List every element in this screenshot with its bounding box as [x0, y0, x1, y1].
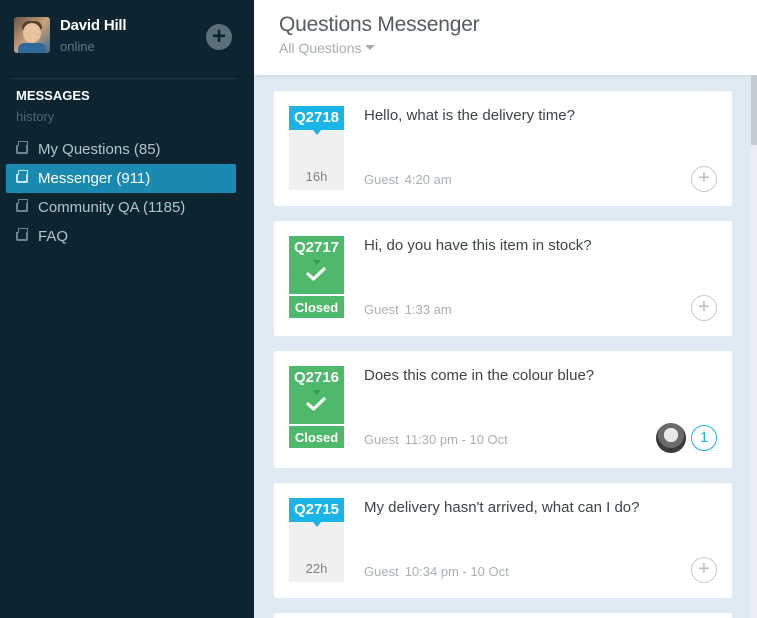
question-time: 4:20 am — [404, 172, 452, 187]
sidebar: David Hill online + MESSAGES history My … — [0, 0, 254, 618]
filter-label: All Questions — [279, 40, 362, 56]
header: Questions Messenger All Questions — [254, 0, 757, 75]
question-meta: Guest 10:34 pm - 10 Oct — [364, 564, 515, 579]
sidebar-item-label: My Questions (85) — [38, 141, 161, 158]
check-icon — [306, 267, 326, 281]
question-age-box: 16h — [289, 130, 344, 190]
main-panel: Questions Messenger All Questions Q2718 … — [254, 0, 757, 618]
section-title: MESSAGES — [16, 88, 90, 103]
question-author: Guest — [364, 302, 399, 317]
question-list: Q2718 16h Hello, what is the delivery ti… — [274, 91, 732, 618]
profile-name: David Hill — [60, 17, 127, 34]
sidebar-item-label: Messenger (911) — [38, 170, 151, 187]
question-age-box: 22h — [289, 522, 344, 582]
sidebar-item-community-qa[interactable]: Community QA (1185) — [6, 193, 236, 222]
add-icon[interactable]: + — [206, 24, 232, 50]
sidebar-item-my-questions[interactable]: My Questions (85) — [6, 135, 236, 164]
status-badge: Closed — [289, 424, 344, 448]
question-meta: Guest 4:20 am — [364, 172, 458, 187]
scroll-thumb[interactable] — [751, 75, 757, 145]
question-author: Guest — [364, 432, 399, 447]
question-id: Q2718 — [289, 106, 344, 130]
question-id: Q2717 — [289, 236, 344, 260]
scrollbar[interactable] — [751, 75, 757, 618]
question-card[interactable]: Q2715 22h My delivery hasn't arrived, wh… — [274, 483, 732, 598]
inbox-icon — [16, 199, 28, 212]
question-id: Q2715 — [289, 498, 344, 522]
question-text: Hi, do you have this item in stock? — [364, 237, 592, 254]
inbox-icon — [16, 170, 28, 183]
sidebar-item-label: FAQ — [38, 228, 69, 245]
question-id: Q2716 — [289, 366, 344, 390]
inbox-icon — [16, 228, 28, 241]
profile-status: online — [60, 39, 95, 54]
question-age: 16h — [305, 169, 328, 184]
question-author: Guest — [364, 172, 399, 187]
responder-avatar[interactable] — [656, 423, 686, 453]
add-reply-button[interactable]: + — [691, 295, 717, 321]
question-card[interactable]: Q2717 Closed Hi, do you have this item i… — [274, 221, 732, 336]
question-meta: Guest 11:30 pm - 10 Oct — [364, 432, 514, 447]
caret-down-icon — [365, 45, 376, 50]
question-author: Guest — [364, 564, 399, 579]
question-time: 11:30 pm - 10 Oct — [404, 432, 508, 447]
inbox-icon — [16, 141, 28, 154]
page-title: Questions Messenger — [279, 13, 480, 36]
question-text: My delivery hasn't arrived, what can I d… — [364, 499, 640, 516]
question-time: 1:33 am — [404, 302, 452, 317]
question-time: 10:34 pm - 10 Oct — [404, 564, 509, 579]
question-status-box — [289, 390, 344, 424]
section-subtitle: history — [16, 109, 55, 124]
add-reply-button[interactable]: + — [691, 166, 717, 192]
sidebar-nav: My Questions (85) Messenger (911) Commun… — [6, 135, 236, 251]
question-card[interactable]: Q2718 16h Hello, what is the delivery ti… — [274, 91, 732, 206]
check-icon — [306, 397, 326, 411]
avatar[interactable] — [14, 17, 50, 53]
question-text: Does this come in the colour blue? — [364, 367, 595, 384]
question-text: Hello, what is the delivery time? — [364, 107, 575, 124]
question-card[interactable]: Q2716 Closed Does this come in the colou… — [274, 351, 732, 468]
question-meta: Guest 1:33 am — [364, 302, 458, 317]
filter-dropdown[interactable]: All Questions — [279, 40, 376, 56]
sidebar-item-messenger[interactable]: Messenger (911) — [6, 164, 236, 193]
reply-count-badge[interactable]: 1 — [691, 425, 717, 451]
profile: David Hill online + — [0, 0, 254, 78]
sidebar-item-label: Community QA (1185) — [38, 199, 186, 216]
add-reply-button[interactable]: + — [691, 557, 717, 583]
sidebar-item-faq[interactable]: FAQ — [6, 222, 236, 251]
question-age: 22h — [305, 561, 328, 576]
question-status-box — [289, 260, 344, 294]
question-card[interactable] — [274, 613, 732, 618]
divider — [10, 78, 238, 79]
status-badge: Closed — [289, 294, 344, 318]
